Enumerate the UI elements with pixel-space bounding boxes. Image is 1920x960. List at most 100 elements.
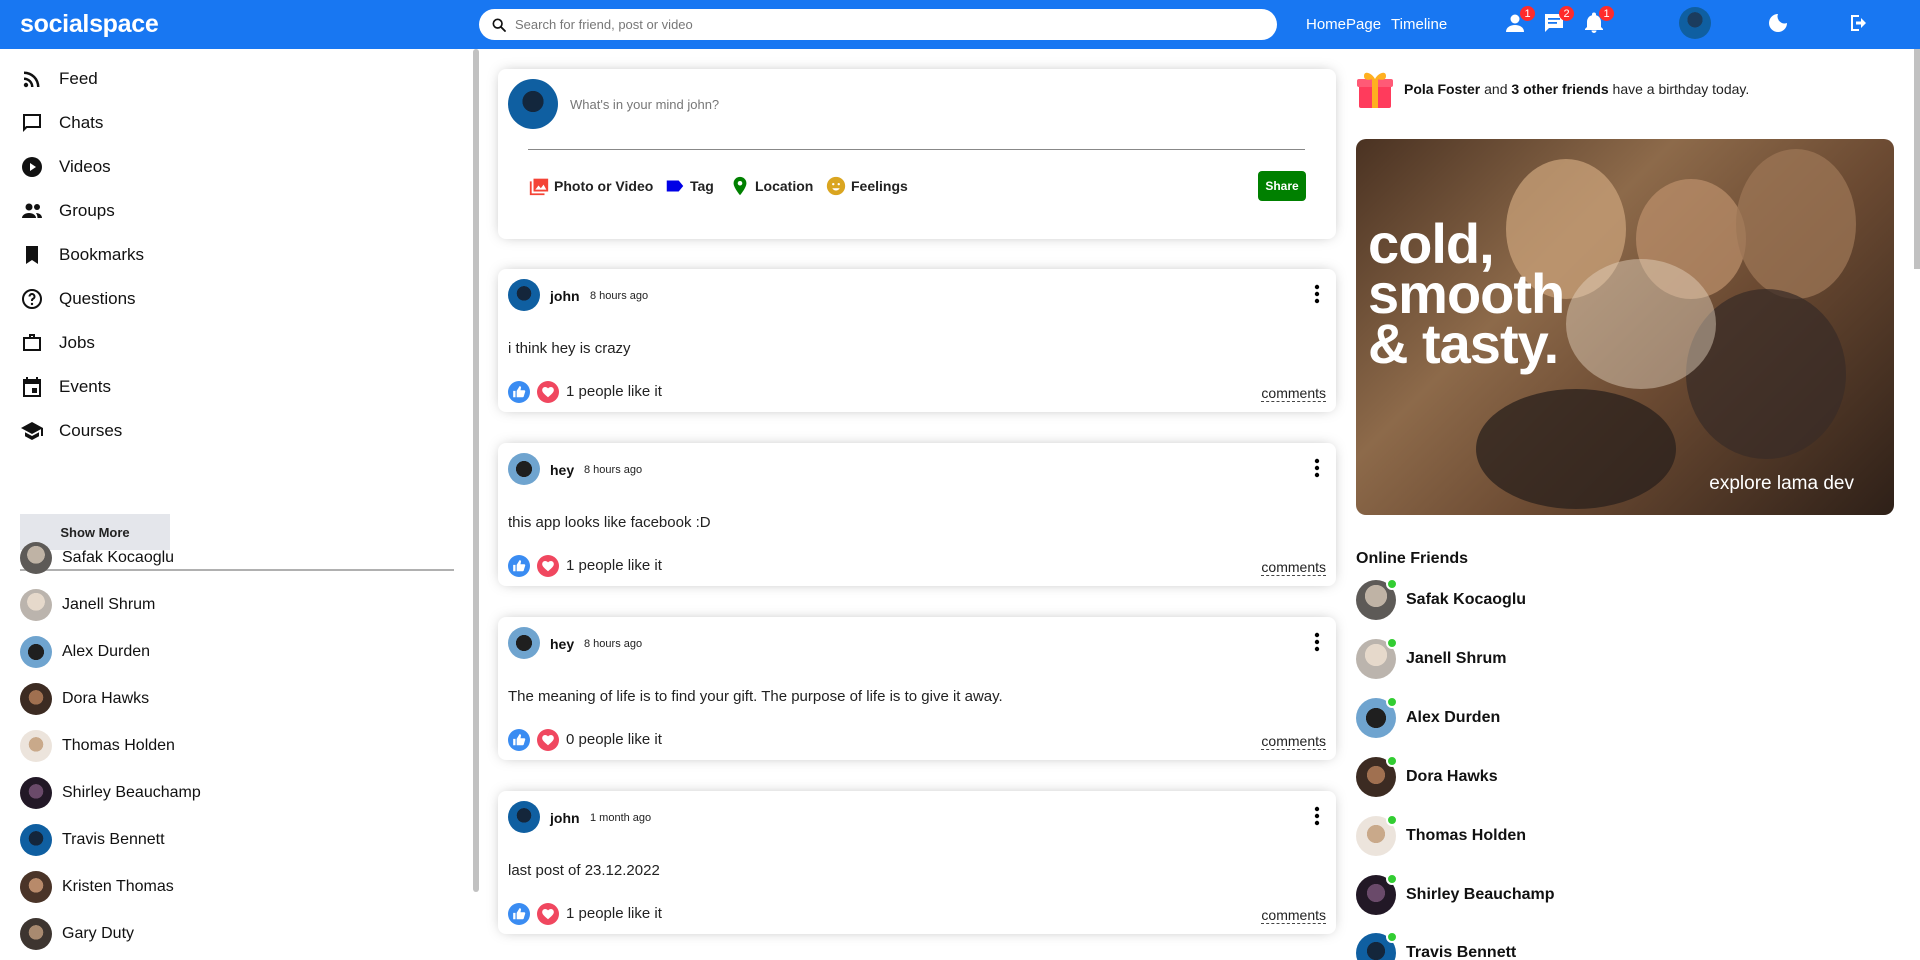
more-vert-icon[interactable] <box>1312 805 1322 827</box>
photo-video-option[interactable]: Photo or Video <box>528 175 653 197</box>
location-option[interactable]: Location <box>729 175 813 197</box>
sidebar-item-questions[interactable]: Questions <box>20 284 136 314</box>
friend-name: Kristen Thomas <box>62 878 174 895</box>
post-text: The meaning of life is to find your gift… <box>508 688 1003 705</box>
friend-item[interactable]: Gary Duty <box>20 917 134 951</box>
sidebar-item-chats[interactable]: Chats <box>20 108 103 138</box>
sidebar-item-events[interactable]: Events <box>20 372 111 402</box>
friend-name: Travis Bennett <box>1406 944 1517 960</box>
sidebar-item-courses[interactable]: Courses <box>20 416 122 446</box>
option-label: Tag <box>690 178 714 194</box>
messages-button[interactable]: 2 <box>1542 6 1574 37</box>
post-author[interactable]: hey <box>550 462 574 478</box>
like-button[interactable] <box>508 729 530 751</box>
sidebar-item-videos[interactable]: Videos <box>20 152 111 182</box>
online-friend-item[interactable]: Thomas Holden <box>1356 814 1527 856</box>
post-author[interactable]: john <box>550 288 580 304</box>
sidebar-item-bookmarks[interactable]: Bookmarks <box>20 240 144 270</box>
birthday-text: Pola Foster and 3 other friends have a b… <box>1404 81 1749 97</box>
like-button[interactable] <box>508 903 530 925</box>
sidebar-scrollbar[interactable] <box>473 49 479 892</box>
more-vert-icon[interactable] <box>1312 631 1322 653</box>
avatar <box>20 683 52 715</box>
logout-button[interactable] <box>1846 11 1872 37</box>
sidebar-item-label: Bookmarks <box>59 245 145 264</box>
post-text: i think hey is crazy <box>508 340 631 357</box>
sidebar-item-groups[interactable]: Groups <box>20 196 115 226</box>
online-friend-item[interactable]: Alex Durden <box>1356 696 1500 738</box>
notifications-button[interactable]: 1 <box>1582 6 1614 37</box>
avatar[interactable] <box>508 279 540 311</box>
birthday-count: 3 other friends <box>1511 81 1609 97</box>
more-vert-icon[interactable] <box>1312 457 1322 479</box>
comments-link[interactable]: comments <box>1261 907 1326 924</box>
love-button[interactable] <box>537 729 559 751</box>
like-button[interactable] <box>508 381 530 403</box>
friend-requests-button[interactable]: 1 <box>1503 6 1535 37</box>
search-input[interactable] <box>515 17 1255 32</box>
post-author[interactable]: hey <box>550 636 574 652</box>
friend-item[interactable]: Janell Shrum <box>20 588 155 622</box>
friend-item[interactable]: Dora Hawks <box>20 682 149 716</box>
post-card: john 8 hours ago i think hey is crazy 1 … <box>498 269 1336 412</box>
more-vert-icon[interactable] <box>1312 283 1322 305</box>
love-button[interactable] <box>537 555 559 577</box>
love-button[interactable] <box>537 903 559 925</box>
moon-icon <box>1769 14 1787 32</box>
rss-icon <box>23 71 40 88</box>
friend-item[interactable]: Thomas Holden <box>20 729 175 763</box>
friend-name: Dora Hawks <box>1406 768 1498 785</box>
friend-item[interactable]: Alex Durden <box>20 635 150 669</box>
friend-item[interactable]: Kristen Thomas <box>20 870 174 904</box>
like-button[interactable] <box>508 555 530 577</box>
online-friend-item[interactable]: Safak Kocaoglu <box>1356 578 1526 620</box>
love-button[interactable] <box>537 381 559 403</box>
briefcase-icon <box>23 334 41 351</box>
user-avatar[interactable] <box>1679 7 1711 39</box>
gift-icon <box>1357 72 1393 108</box>
timeline-link[interactable]: Timeline <box>1391 16 1447 33</box>
tag-option[interactable]: Tag <box>664 175 714 197</box>
calendar-icon <box>23 377 41 397</box>
share-button[interactable]: Share <box>1258 171 1306 201</box>
friend-item[interactable]: Shirley Beauchamp <box>20 776 201 810</box>
online-indicator <box>1386 637 1398 649</box>
search-bar[interactable] <box>479 9 1277 40</box>
app-logo[interactable]: socialspace <box>20 10 159 39</box>
post-input[interactable] <box>570 97 1270 112</box>
birthday-rest: have a birthday today. <box>1612 81 1750 97</box>
group-icon <box>22 203 42 218</box>
dark-mode-toggle[interactable] <box>1766 11 1792 37</box>
post-author[interactable]: john <box>550 810 580 826</box>
online-friend-item[interactable]: Janell Shrum <box>1356 637 1506 679</box>
friend-item[interactable]: Safak Kocaoglu <box>20 541 174 575</box>
avatar[interactable] <box>508 627 540 659</box>
avatar[interactable] <box>508 801 540 833</box>
post-text: this app looks like facebook :D <box>508 514 711 531</box>
online-friend-item[interactable]: Dora Hawks <box>1356 755 1498 797</box>
avatar <box>20 730 52 762</box>
sidebar-item-feed[interactable]: Feed <box>20 64 98 94</box>
page-scrollbar[interactable] <box>1914 49 1920 269</box>
post-time: 1 month ago <box>590 812 652 824</box>
like-count: 1 people like it <box>566 905 662 922</box>
friend-name: Thomas Holden <box>1406 827 1527 844</box>
sidebar-item-jobs[interactable]: Jobs <box>20 328 95 358</box>
friend-name: Shirley Beauchamp <box>62 784 201 801</box>
online-friend-item[interactable]: Travis Bennett <box>1356 931 1517 960</box>
friend-item[interactable]: Travis Bennett <box>20 823 165 857</box>
comments-link[interactable]: comments <box>1261 733 1326 750</box>
comments-link[interactable]: comments <box>1261 559 1326 576</box>
friend-name: Janell Shrum <box>62 596 156 613</box>
ad-banner[interactable]: cold, smooth & tasty. explore lama dev <box>1356 139 1894 515</box>
friend-name: Travis Bennett <box>62 831 165 848</box>
online-friend-item[interactable]: Shirley Beauchamp <box>1356 873 1555 915</box>
emoji-icon <box>826 176 846 196</box>
option-label: Location <box>755 178 814 194</box>
option-label: Photo or Video <box>554 178 654 194</box>
avatar <box>508 79 558 129</box>
homepage-link[interactable]: HomePage <box>1306 16 1381 33</box>
avatar[interactable] <box>508 453 540 485</box>
feelings-option[interactable]: Feelings <box>825 175 908 197</box>
comments-link[interactable]: comments <box>1261 385 1326 402</box>
